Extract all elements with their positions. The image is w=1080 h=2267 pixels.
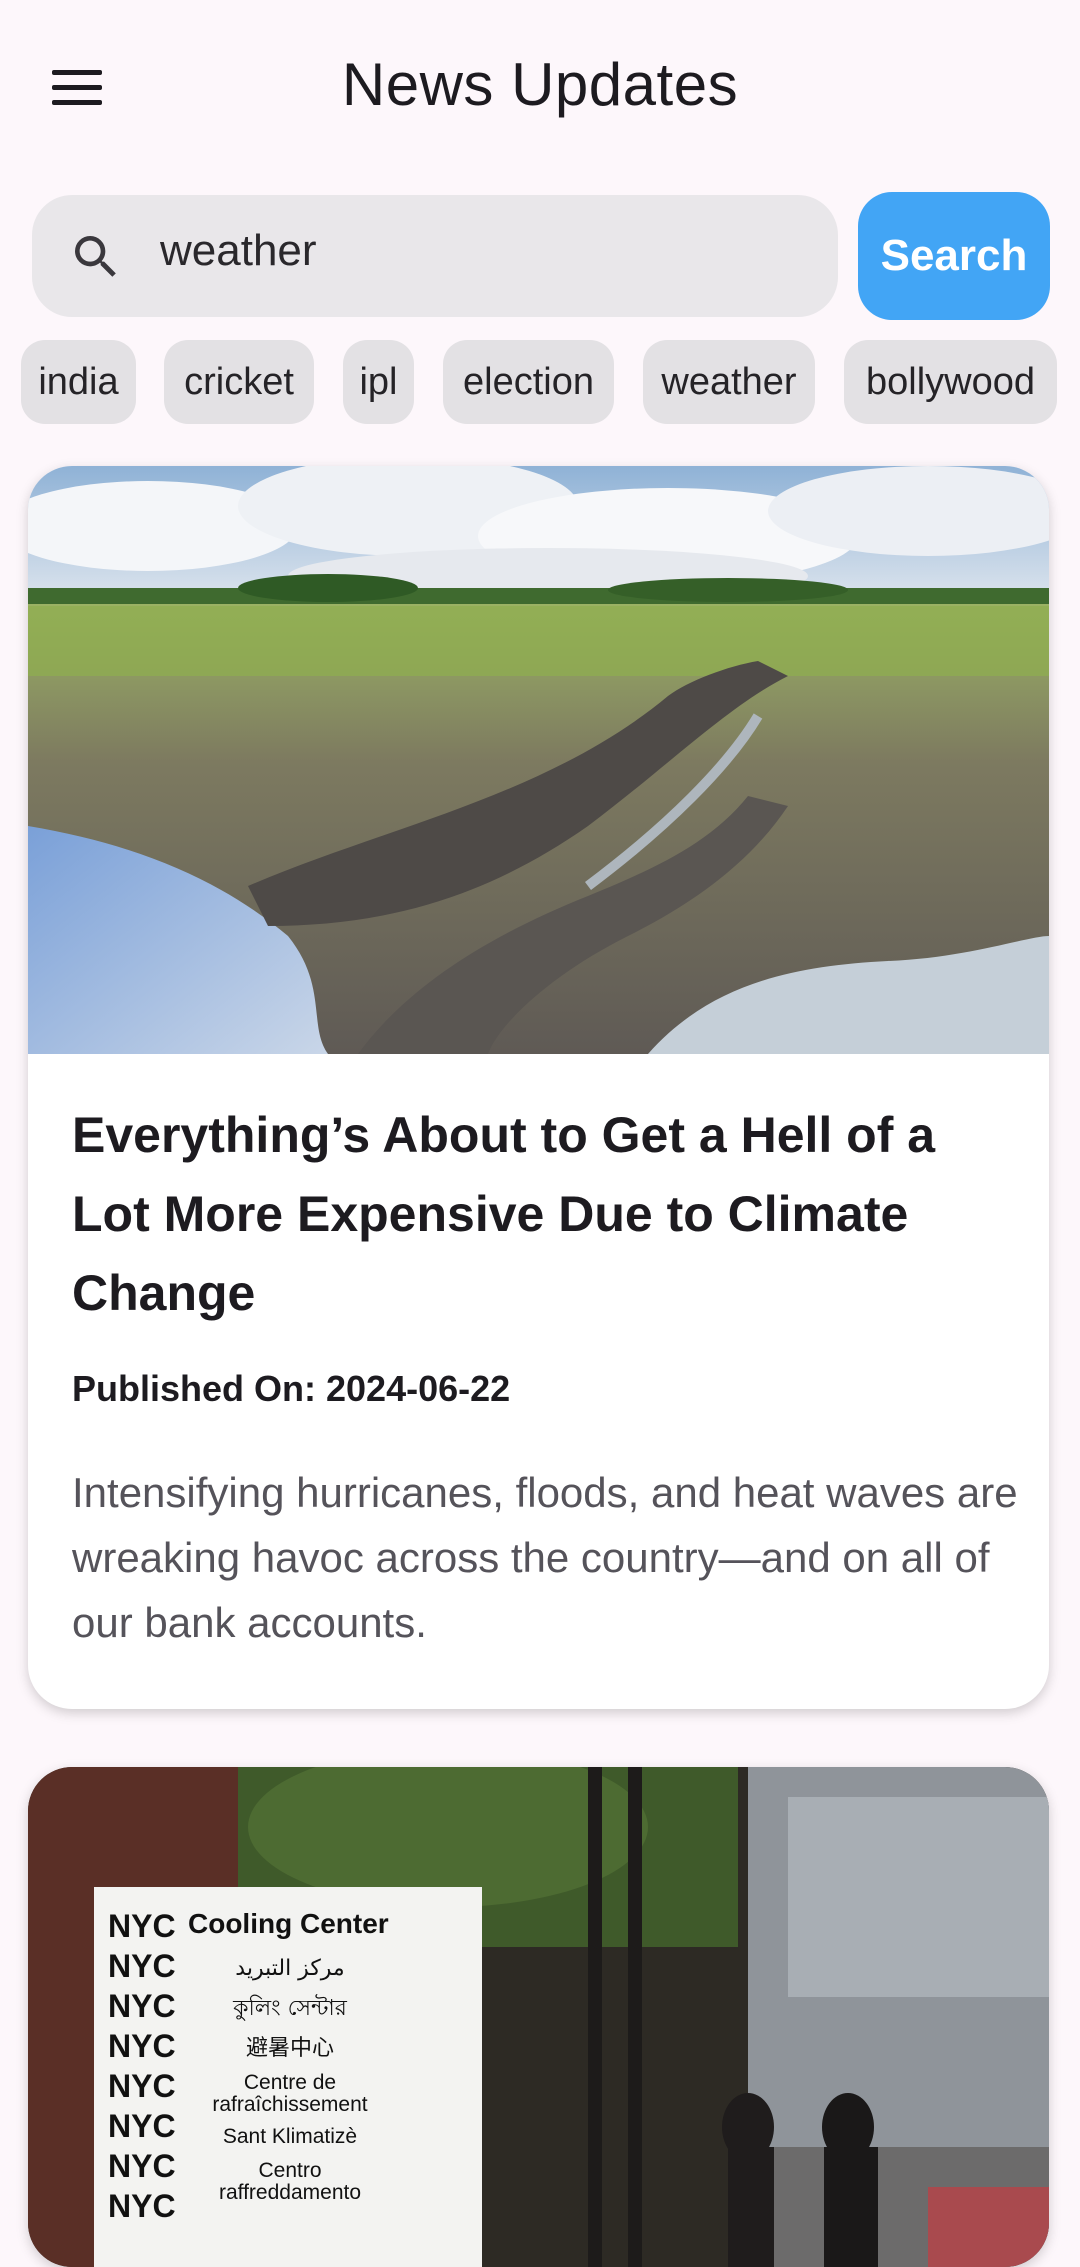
article-title: Everything’s About to Get a Hell of a Lo… xyxy=(72,1107,936,1321)
sign-brand: NYC xyxy=(108,2108,176,2144)
sign-line: কুলিং সেন্টার xyxy=(232,1994,348,2021)
sign-line: raffreddamento xyxy=(219,2181,361,2204)
sign-line: Centro xyxy=(258,2159,321,2182)
search-input[interactable] xyxy=(160,215,810,287)
chip-election[interactable]: election xyxy=(443,340,614,424)
sign-brand: NYC xyxy=(108,1908,176,1944)
sign-line: 避暑中心 xyxy=(246,2036,334,2061)
search-button[interactable]: Search xyxy=(858,192,1050,320)
chip-india[interactable]: india xyxy=(21,340,136,424)
sign-line: Centre de xyxy=(244,2071,336,2094)
article-published-date: Published On: 2024-06-22 xyxy=(72,1368,511,1409)
sign-header: Cooling Center xyxy=(188,1908,389,1939)
page-title: News Updates xyxy=(341,51,739,118)
article-image-cooling-center: NYC NYC NYC NYC NYC NYC NYC NYC Cooling … xyxy=(28,1767,1049,2267)
sign-brand: NYC xyxy=(108,2148,176,2184)
topic-chips: india cricket ipl election weather bolly… xyxy=(0,340,1080,426)
news-card[interactable]: NYC NYC NYC NYC NYC NYC NYC NYC Cooling … xyxy=(28,1767,1049,2267)
sign-brand: NYC xyxy=(108,2068,176,2104)
sign-line: Sant Klimatizè xyxy=(223,2125,357,2148)
sign-brand: NYC xyxy=(108,2028,176,2064)
news-card[interactable]: Everything’s About to Get a Hell of a Lo… xyxy=(28,466,1049,1709)
sign-line: مركز التبريد xyxy=(235,1956,344,1981)
sign-line: rafraîchissement xyxy=(212,2093,367,2116)
article-image-flooded-field xyxy=(28,466,1049,1054)
sign-brand: NYC xyxy=(108,1988,176,2024)
search-icon xyxy=(75,236,116,277)
app-bar: News Updates xyxy=(0,0,1080,175)
chip-bollywood[interactable]: bollywood xyxy=(844,340,1057,424)
chip-cricket[interactable]: cricket xyxy=(164,340,314,424)
sign-brand: NYC xyxy=(108,2188,176,2224)
chip-ipl[interactable]: ipl xyxy=(343,340,414,424)
sign-brand: NYC xyxy=(108,1948,176,1984)
search-bar[interactable] xyxy=(32,195,838,317)
article-description: Intensifying hurricanes, floods, and hea… xyxy=(72,1469,1018,1646)
chip-weather[interactable]: weather xyxy=(643,340,815,424)
